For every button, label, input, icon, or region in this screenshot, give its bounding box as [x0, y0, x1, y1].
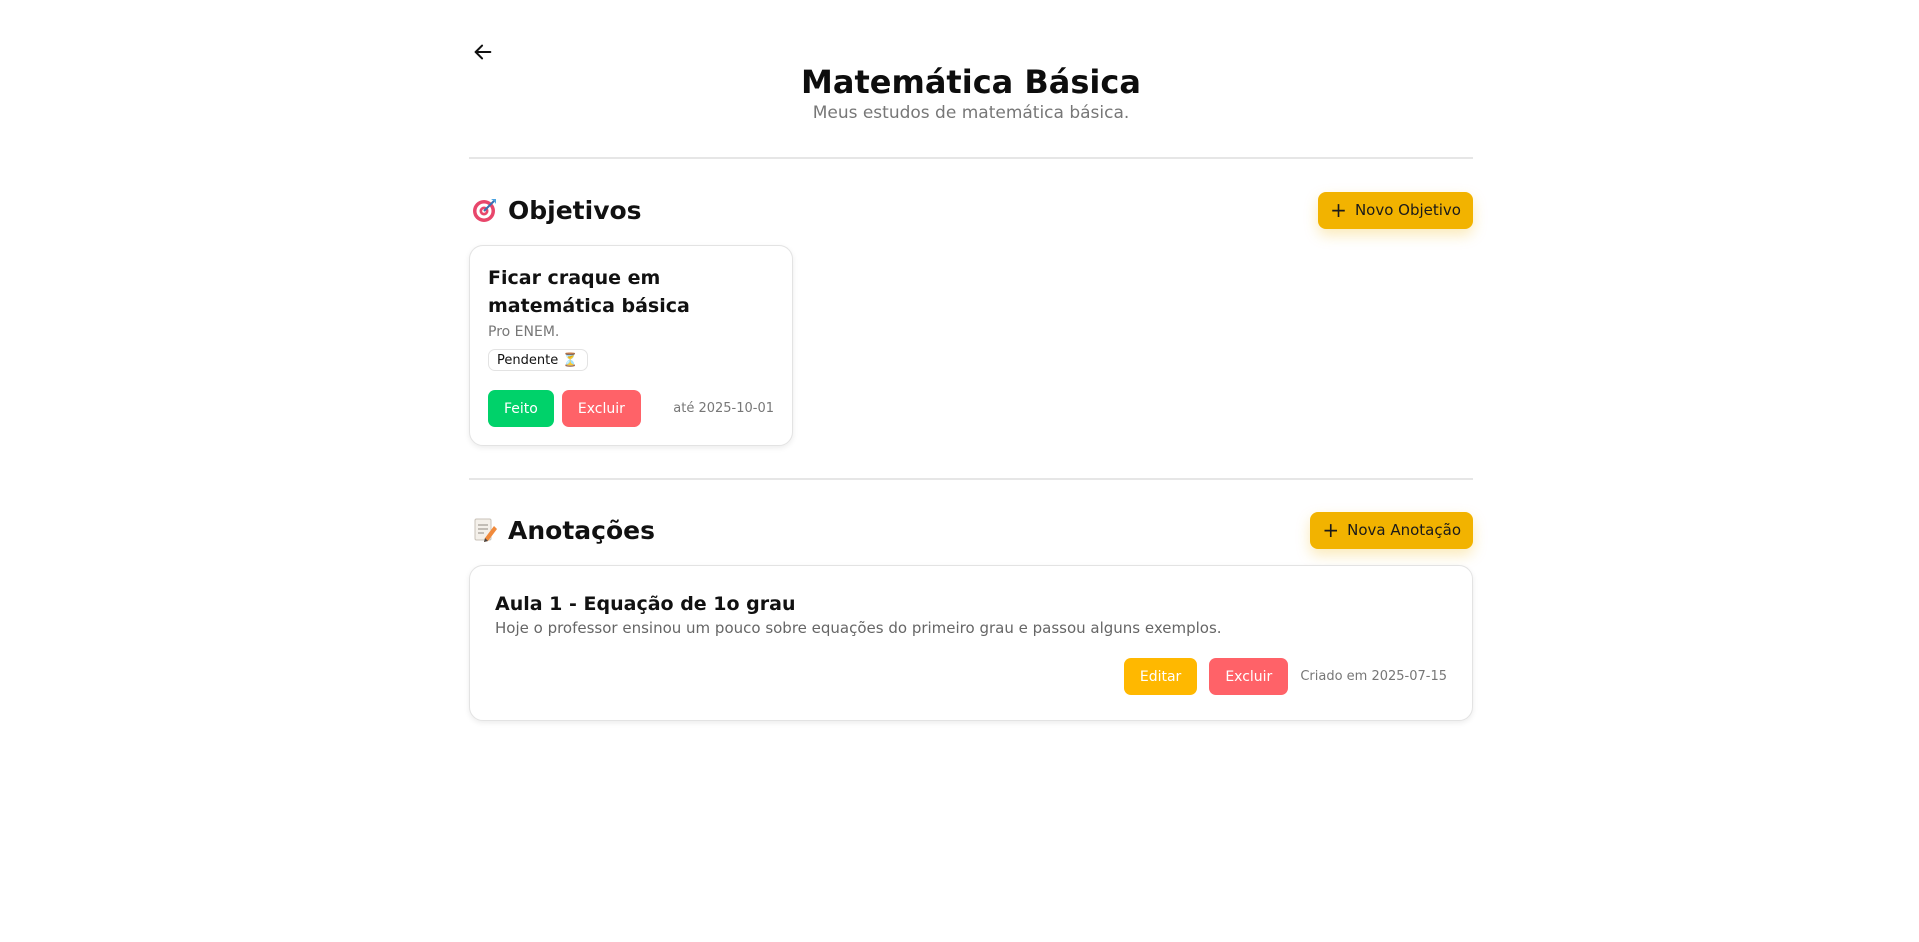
target-icon — [472, 197, 498, 223]
notes-section-header: Anotações + Nova Anotação — [469, 510, 1473, 550]
edit-note-button[interactable]: Editar — [1123, 658, 1198, 695]
delete-goal-button[interactable]: Excluir — [561, 390, 641, 427]
note-card: Aula 1 - Equação de 1o grau Hoje o profe… — [469, 565, 1473, 721]
section-divider — [469, 478, 1473, 480]
plus-icon: + — [1322, 518, 1340, 542]
note-actions: Editar Excluir Criado em 2025-07-15 — [1123, 658, 1447, 695]
new-goal-button[interactable]: + Novo Objetivo — [1318, 191, 1473, 229]
plus-icon: + — [1330, 198, 1347, 222]
arrow-left-icon — [474, 44, 492, 60]
new-goal-label: Novo Objetivo — [1354, 201, 1461, 219]
header-divider — [469, 157, 1473, 159]
new-note-label: Nova Anotação — [1347, 521, 1461, 539]
goal-card: Ficar craque em matemática básica Pro EN… — [469, 245, 793, 446]
page-subtitle: Meus estudos de matemática básica. — [812, 103, 1130, 123]
goal-due-date: até 2025-10-01 — [673, 401, 774, 416]
notes-section-label: Anotações — [508, 515, 655, 545]
goal-title: Ficar craque em matemática básica — [488, 267, 690, 317]
page-header: Matemática Básica Meus estudos de matemá… — [469, 62, 1473, 124]
goals-section-header: Objetivos + Novo Objetivo — [469, 190, 1473, 230]
goal-description: Pro ENEM. — [488, 324, 560, 340]
new-note-button[interactable]: + Nova Anotação — [1310, 511, 1473, 549]
delete-note-button[interactable]: Excluir — [1209, 658, 1289, 695]
done-button[interactable]: Feito — [488, 390, 554, 427]
goals-section-label: Objetivos — [508, 195, 642, 225]
notes-section-title: Anotações — [469, 516, 655, 545]
page-title: Matemática Básica — [801, 63, 1141, 101]
note-created-date: Criado em 2025-07-15 — [1300, 669, 1447, 684]
note-title: Aula 1 - Equação de 1o grau — [495, 593, 796, 615]
goals-section-title: Objetivos — [469, 196, 642, 225]
status-badge: Pendente ⏳ — [488, 349, 588, 371]
goal-actions: Feito Excluir até 2025-10-01 — [488, 390, 774, 427]
memo-icon — [472, 517, 498, 543]
note-body: Hoje o professor ensinou um pouco sobre … — [495, 619, 1222, 637]
